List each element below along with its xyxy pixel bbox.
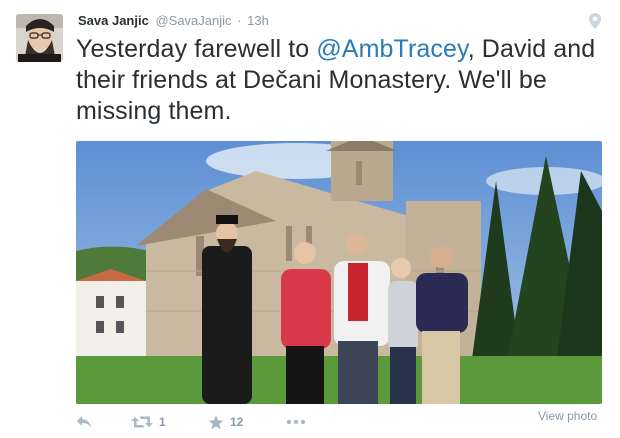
author-username[interactable]: @SavaJanjic xyxy=(155,13,231,28)
view-photo-link[interactable]: View photo xyxy=(538,409,597,423)
star-icon xyxy=(208,415,224,429)
tweet: Sava Janjic @SavaJanjic · 13h Yesterday … xyxy=(0,0,620,438)
separator: · xyxy=(237,13,242,28)
favorite-count: 12 xyxy=(230,415,244,429)
timestamp[interactable]: 13h xyxy=(247,13,269,28)
geo-pin-icon[interactable] xyxy=(588,12,602,30)
tweet-photo[interactable] xyxy=(76,141,602,404)
retweet-count: 1 xyxy=(159,415,166,429)
reply-icon xyxy=(77,416,91,428)
avatar-image xyxy=(16,14,63,62)
tweet-actions: 1 12 xyxy=(76,412,606,432)
tweet-header: Sava Janjic @SavaJanjic · 13h xyxy=(78,13,269,28)
monastery-photo xyxy=(76,141,602,404)
more-button[interactable] xyxy=(286,412,306,432)
avatar[interactable] xyxy=(16,14,63,62)
mention-link[interactable]: @AmbTracey xyxy=(316,35,467,63)
more-icon xyxy=(286,419,306,425)
tweet-text-start: Yesterday farewell to xyxy=(76,35,317,63)
retweet-icon xyxy=(131,416,153,428)
author-name[interactable]: Sava Janjic xyxy=(78,13,149,28)
retweet-button[interactable]: 1 xyxy=(131,412,166,432)
favorite-button[interactable]: 12 xyxy=(208,412,243,432)
reply-button[interactable] xyxy=(76,412,92,432)
tweet-text: Yesterday farewell to @AmbTracey, David … xyxy=(76,34,606,127)
